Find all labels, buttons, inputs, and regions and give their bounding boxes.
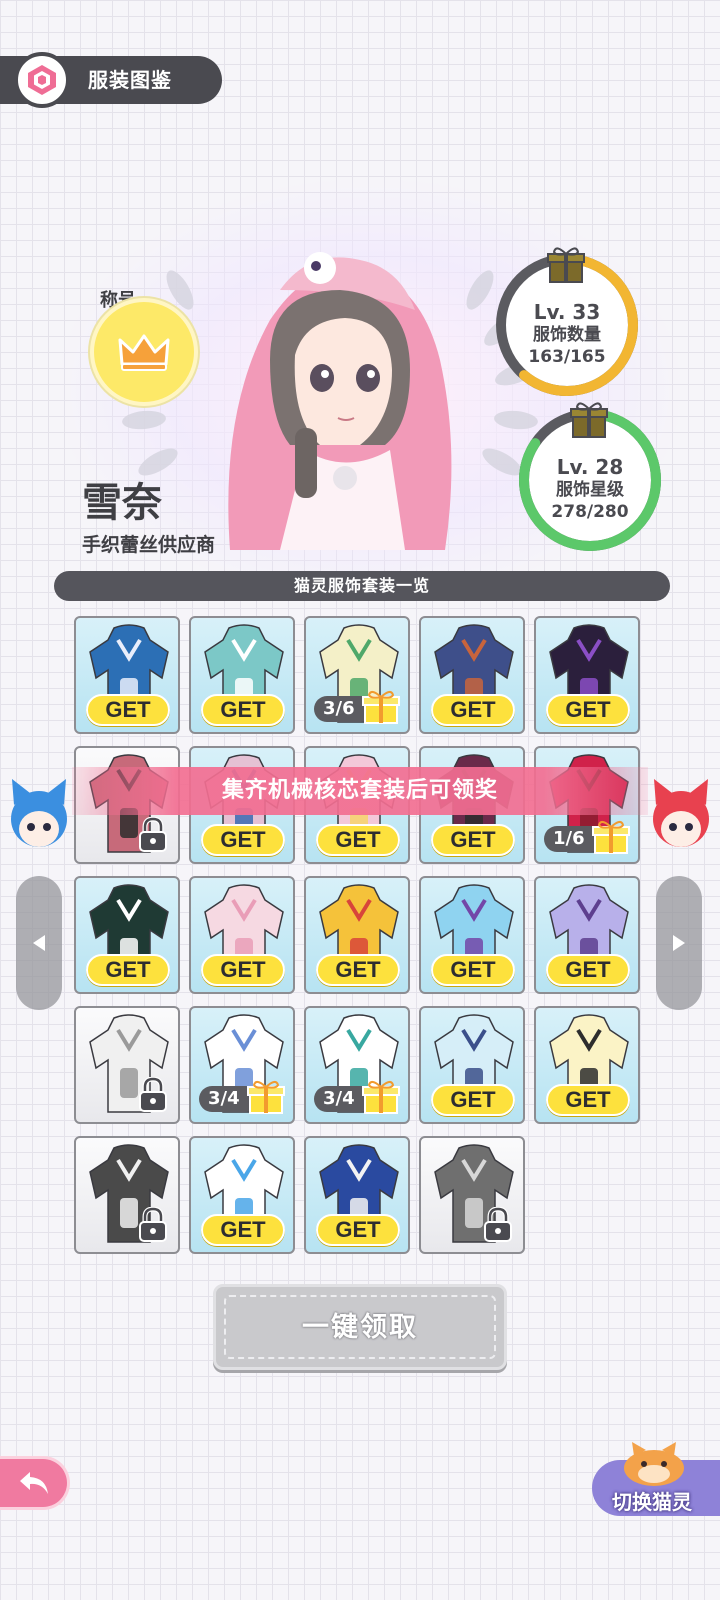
outfit-card[interactable]: GET <box>534 616 640 734</box>
cat-switch-icon <box>624 1442 684 1486</box>
left-cat-avatar <box>11 779 67 847</box>
outfit-card[interactable]: GET <box>189 1136 295 1254</box>
get-reward-button[interactable]: GET <box>431 954 515 986</box>
claim-all-label: 一键领取 <box>224 1295 496 1359</box>
gift-icon[interactable] <box>569 399 611 441</box>
outfit-card[interactable] <box>74 1006 180 1124</box>
gift-icon[interactable] <box>247 1078 285 1116</box>
back-arrow-icon <box>19 1472 48 1494</box>
previous-page-button[interactable] <box>16 876 62 1010</box>
character-subtitle: 手织蕾丝供应商 <box>82 534 216 556</box>
outfit-card[interactable] <box>419 1136 525 1254</box>
chevron-right-icon <box>673 935 685 951</box>
get-reward-button[interactable]: GET <box>316 954 400 986</box>
outfit-card[interactable]: GET <box>419 876 525 994</box>
outfit-card[interactable]: 3/6 <box>304 616 410 734</box>
outfit-stars-label: 服饰星级 <box>556 480 624 500</box>
outfit-card[interactable]: GET <box>304 876 410 994</box>
outfit-card[interactable]: 3/4 <box>189 1006 295 1124</box>
outfit-stars-ring: Lv. 28 服饰星级 278/280 <box>515 402 665 555</box>
lock-icon <box>136 816 170 854</box>
get-reward-button[interactable]: GET <box>201 824 285 856</box>
outfit-card[interactable]: GET <box>534 876 640 994</box>
page-title: 服装图鉴 <box>88 68 172 92</box>
outfit-card[interactable] <box>74 1136 180 1254</box>
title-badge[interactable] <box>90 298 198 406</box>
gift-icon[interactable] <box>362 1078 400 1116</box>
get-reward-button[interactable]: GET <box>431 1084 515 1116</box>
crown-icon <box>118 334 170 371</box>
next-page-button[interactable] <box>656 876 702 1010</box>
outfit-card[interactable]: GET <box>534 1006 640 1124</box>
outfit-stars-level: Lv. 28 <box>556 455 624 479</box>
get-reward-button[interactable]: GET <box>546 694 630 726</box>
character-name: 雪奈 <box>82 479 162 526</box>
outfit-card[interactable]: GET <box>419 616 525 734</box>
lock-icon <box>481 1206 515 1244</box>
get-reward-button[interactable]: GET <box>201 954 285 986</box>
toast-message: 集齐机械核芯套装后可领奖 <box>72 767 648 815</box>
gift-icon[interactable] <box>546 244 588 286</box>
outfit-card[interactable]: GET <box>189 876 295 994</box>
outfit-card[interactable]: GET <box>189 616 295 734</box>
get-reward-button[interactable]: GET <box>201 694 285 726</box>
get-reward-button[interactable]: GET <box>201 1214 285 1246</box>
chevron-left-icon <box>33 935 45 951</box>
get-reward-button[interactable]: GET <box>431 824 515 856</box>
outfit-count-ring: Lv. 33 服饰数量 163/165 <box>492 247 642 400</box>
claim-all-button[interactable]: 一键领取 <box>213 1284 507 1370</box>
back-button[interactable] <box>0 1456 70 1510</box>
get-reward-button[interactable]: GET <box>316 1214 400 1246</box>
get-reward-button[interactable]: GET <box>316 824 400 856</box>
outfit-card[interactable]: 3/4 <box>304 1006 410 1124</box>
section-title: 猫灵服饰套装一览 <box>54 571 670 601</box>
outfit-card[interactable]: GET <box>74 616 180 734</box>
get-reward-button[interactable]: GET <box>546 954 630 986</box>
lock-icon <box>136 1206 170 1244</box>
outfit-card[interactable]: GET <box>74 876 180 994</box>
outfit-card[interactable]: GET <box>419 1006 525 1124</box>
gift-icon[interactable] <box>362 688 400 726</box>
wardrobe-badge-icon <box>14 52 70 108</box>
get-reward-button[interactable]: GET <box>431 694 515 726</box>
outfit-count-label: 服饰数量 <box>533 325 601 345</box>
outfit-stars-value: 278/280 <box>551 502 629 522</box>
get-reward-button[interactable]: GET <box>546 1084 630 1116</box>
character-portrait <box>228 252 452 550</box>
right-cat-avatar <box>653 779 709 847</box>
gift-icon[interactable] <box>592 818 630 856</box>
outfit-count-level: Lv. 33 <box>533 300 601 324</box>
outfit-count-value: 163/165 <box>528 347 606 367</box>
outfit-card[interactable]: GET <box>304 1136 410 1254</box>
switch-cat-label: 切换猫灵 <box>612 1490 692 1514</box>
get-reward-button[interactable]: GET <box>86 694 170 726</box>
get-reward-button[interactable]: GET <box>86 954 170 986</box>
lock-icon <box>136 1076 170 1114</box>
